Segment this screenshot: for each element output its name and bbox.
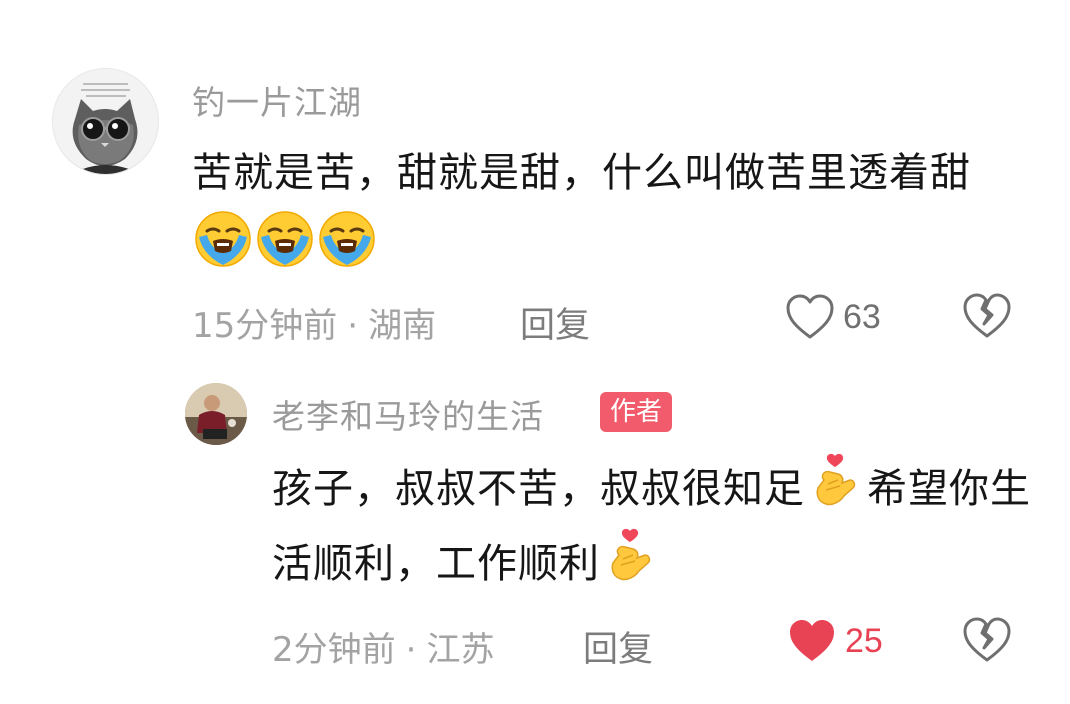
broken-heart-icon — [963, 293, 1011, 338]
comment-meta: 15分钟前 · 湖南 — [192, 298, 436, 347]
reply-body-part1: 孩子，叔叔不苦，叔叔很知足 — [272, 466, 805, 512]
dislike-button[interactable] — [962, 291, 1012, 341]
reply-button[interactable]: 回复 — [520, 297, 590, 348]
finger-heart-icon — [806, 450, 866, 510]
loudly-crying-face-icon — [255, 209, 315, 269]
like-count: 63 — [843, 297, 881, 336]
finger-heart-icon — [601, 525, 661, 585]
author-badge: 作者 — [600, 392, 673, 432]
person-avatar-icon — [185, 383, 247, 445]
timestamp: 2分钟前 — [272, 630, 396, 670]
loudly-crying-face-icon — [193, 209, 253, 269]
username[interactable]: 老李和马玲的生活 — [272, 390, 544, 438]
like-button[interactable]: 63 — [785, 293, 881, 341]
comment: 钓一片江湖 苦就是苦，甜就是甜，什么叫做苦里透着甜 15分钟前 · 湖南 回复 … — [0, 0, 1070, 360]
timestamp: 15分钟前 — [192, 306, 338, 346]
heart-outline-icon — [786, 294, 834, 339]
cat-avatar-icon — [53, 69, 158, 174]
like-count: 25 — [845, 621, 883, 660]
separator-dot: · — [347, 306, 359, 346]
like-button[interactable]: 25 — [787, 617, 883, 665]
avatar[interactable] — [185, 383, 247, 445]
reply-meta: 2分钟前 · 江苏 — [272, 622, 494, 671]
username[interactable]: 钓一片江湖 — [192, 76, 362, 124]
location: 江苏 — [426, 630, 495, 670]
dislike-button[interactable] — [962, 615, 1012, 665]
avatar[interactable] — [52, 68, 159, 175]
heart-filled-icon — [790, 620, 834, 661]
reply-button[interactable]: 回复 — [583, 621, 653, 672]
comment-body: 苦就是苦，甜就是甜，什么叫做苦里透着甜 — [192, 150, 971, 196]
comment-text: 苦就是苦，甜就是甜，什么叫做苦里透着甜 — [192, 138, 1032, 284]
loudly-crying-face-icon — [317, 209, 377, 269]
separator-dot: · — [405, 630, 417, 670]
reply-comment: 老李和马玲的生活 作者 孩子，叔叔不苦，叔叔很知足 希望你生活顺利，工作顺利 2… — [0, 360, 1070, 704]
location: 湖南 — [368, 306, 437, 346]
reply-text: 孩子，叔叔不苦，叔叔很知足 希望你生活顺利，工作顺利 — [272, 450, 1032, 600]
broken-heart-icon — [963, 617, 1011, 662]
